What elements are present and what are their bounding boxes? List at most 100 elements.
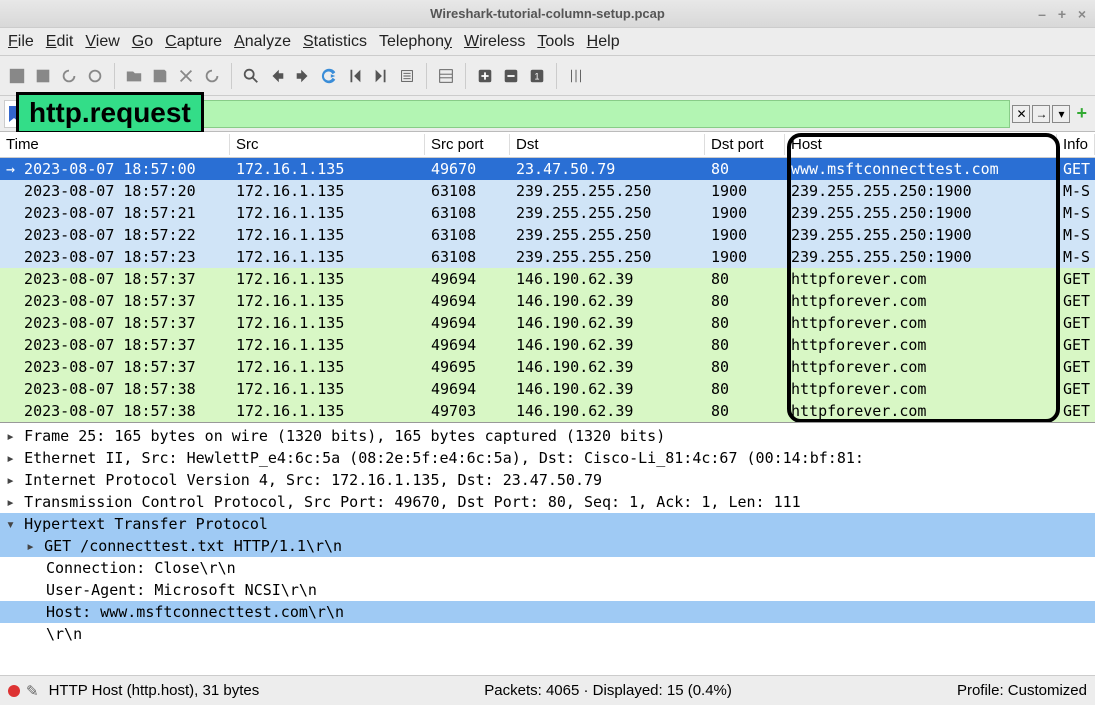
reload-icon[interactable] (201, 65, 223, 87)
cell: 2023-08-07 18:57:20 (0, 182, 230, 200)
edit-icon[interactable]: ✎ (26, 682, 39, 700)
clear-filter-icon[interactable]: ✕ (1012, 105, 1030, 123)
col-src[interactable]: Src (230, 134, 425, 155)
menu-file[interactable]: File (8, 33, 34, 51)
packet-row[interactable]: 2023-08-07 18:57:21172.16.1.13563108239.… (0, 202, 1095, 224)
cell: GET (1057, 270, 1095, 288)
cell: 80 (705, 160, 785, 178)
cell: 146.190.62.39 (510, 402, 705, 420)
open-icon[interactable] (123, 65, 145, 87)
colorize-icon[interactable] (435, 65, 457, 87)
cell: GET (1057, 336, 1095, 354)
save-icon[interactable] (149, 65, 171, 87)
menu-view[interactable]: View (85, 33, 119, 51)
menu-analyze[interactable]: Analyze (234, 33, 291, 51)
menu-statistics[interactable]: Statistics (303, 33, 367, 51)
packet-list-header[interactable]: Time Src Src port Dst Dst port Host Info (0, 132, 1095, 158)
col-info[interactable]: Info (1057, 134, 1095, 155)
cell: 172.16.1.135 (230, 226, 425, 244)
menu-edit[interactable]: Edit (46, 33, 74, 51)
col-host[interactable]: Host (785, 134, 1057, 155)
packet-row[interactable]: 2023-08-07 18:57:38172.16.1.13549703146.… (0, 400, 1095, 422)
back-icon[interactable] (266, 65, 288, 87)
find-icon[interactable] (240, 65, 262, 87)
resize-columns-icon[interactable] (565, 65, 587, 87)
menu-telephony[interactable]: Telephony (379, 33, 452, 51)
cell: 172.16.1.135 (230, 336, 425, 354)
status-right[interactable]: Profile: Customized (957, 682, 1087, 699)
col-sport[interactable]: Src port (425, 134, 510, 155)
cell: 63108 (425, 204, 510, 222)
col-dst[interactable]: Dst (510, 134, 705, 155)
cell: 49694 (425, 336, 510, 354)
restart-capture-icon[interactable] (58, 65, 80, 87)
cell: 49694 (425, 380, 510, 398)
minimize-icon[interactable]: – (1035, 7, 1049, 21)
options-icon[interactable] (84, 65, 106, 87)
stop-capture-icon[interactable] (32, 65, 54, 87)
detail-http-host[interactable]: Host: www.msftconnecttest.com\r\n (0, 601, 1095, 623)
jump-icon[interactable] (318, 65, 340, 87)
expert-info-icon[interactable] (8, 685, 20, 697)
detail-http-useragent[interactable]: User-Agent: Microsoft NCSI\r\n (0, 579, 1095, 601)
cell: 172.16.1.135 (230, 314, 425, 332)
cell: GET (1057, 402, 1095, 420)
cell: GET (1057, 380, 1095, 398)
cell: M-S (1057, 204, 1095, 222)
close-file-icon[interactable] (175, 65, 197, 87)
cell: 146.190.62.39 (510, 358, 705, 376)
cell: www.msftconnecttest.com (785, 160, 1057, 178)
cell: 239.255.255.250 (510, 204, 705, 222)
autoscroll-icon[interactable] (396, 65, 418, 87)
menu-go[interactable]: Go (132, 33, 153, 51)
detail-http[interactable]: Hypertext Transfer Protocol (0, 513, 1095, 535)
menu-capture[interactable]: Capture (165, 33, 222, 51)
cell: 172.16.1.135 (230, 160, 425, 178)
col-dport[interactable]: Dst port (705, 134, 785, 155)
detail-ip[interactable]: Internet Protocol Version 4, Src: 172.16… (0, 469, 1095, 491)
close-icon[interactable]: × (1075, 7, 1089, 21)
packet-row[interactable]: 2023-08-07 18:57:37172.16.1.13549695146.… (0, 356, 1095, 378)
packet-row[interactable]: 2023-08-07 18:57:37172.16.1.13549694146.… (0, 268, 1095, 290)
start-capture-icon[interactable] (6, 65, 28, 87)
menu-help[interactable]: Help (587, 33, 620, 51)
forward-icon[interactable] (292, 65, 314, 87)
cell: 2023-08-07 18:57:38 (0, 380, 230, 398)
detail-http-crlf[interactable]: \r\n (0, 623, 1095, 645)
cell: GET (1057, 314, 1095, 332)
packet-row[interactable]: 2023-08-07 18:57:37172.16.1.13549694146.… (0, 334, 1095, 356)
cell: 80 (705, 270, 785, 288)
zoom-reset-icon[interactable]: 1 (526, 65, 548, 87)
apply-filter-icon[interactable]: → (1032, 105, 1050, 123)
detail-frame[interactable]: Frame 25: 165 bytes on wire (1320 bits),… (0, 425, 1095, 447)
last-icon[interactable] (370, 65, 392, 87)
first-icon[interactable] (344, 65, 366, 87)
packet-list-pane: Time Src Src port Dst Dst port Host Info… (0, 132, 1095, 422)
cell: 146.190.62.39 (510, 270, 705, 288)
packet-row[interactable]: 2023-08-07 18:57:38172.16.1.13549694146.… (0, 378, 1095, 400)
cell: 2023-08-07 18:57:22 (0, 226, 230, 244)
detail-http-connection[interactable]: Connection: Close\r\n (0, 557, 1095, 579)
cell: 172.16.1.135 (230, 380, 425, 398)
detail-ethernet[interactable]: Ethernet II, Src: HewlettP_e4:6c:5a (08:… (0, 447, 1095, 469)
menu-tools[interactable]: Tools (537, 33, 574, 51)
packet-row[interactable]: → 2023-08-07 18:57:00172.16.1.1354967023… (0, 158, 1095, 180)
menu-wireless[interactable]: Wireless (464, 33, 525, 51)
packet-row[interactable]: 2023-08-07 18:57:37172.16.1.13549694146.… (0, 290, 1095, 312)
packet-row[interactable]: 2023-08-07 18:57:37172.16.1.13549694146.… (0, 312, 1095, 334)
packet-row[interactable]: 2023-08-07 18:57:20172.16.1.13563108239.… (0, 180, 1095, 202)
detail-http-get[interactable]: GET /connecttest.txt HTTP/1.1\r\n (0, 535, 1095, 557)
filter-history-icon[interactable]: ▾ (1052, 105, 1070, 123)
packet-row[interactable]: 2023-08-07 18:57:22172.16.1.13563108239.… (0, 224, 1095, 246)
detail-tcp[interactable]: Transmission Control Protocol, Src Port:… (0, 491, 1095, 513)
maximize-icon[interactable]: + (1055, 7, 1069, 21)
cell: httpforever.com (785, 402, 1057, 420)
zoom-in-icon[interactable] (474, 65, 496, 87)
packet-row[interactable]: 2023-08-07 18:57:23172.16.1.13563108239.… (0, 246, 1095, 268)
status-bar: ✎ HTTP Host (http.host), 31 bytes Packet… (0, 675, 1095, 705)
zoom-out-icon[interactable] (500, 65, 522, 87)
col-time[interactable]: Time (0, 134, 230, 155)
add-filter-icon[interactable]: + (1072, 103, 1091, 124)
cell: 63108 (425, 248, 510, 266)
cell: 239.255.255.250 (510, 248, 705, 266)
